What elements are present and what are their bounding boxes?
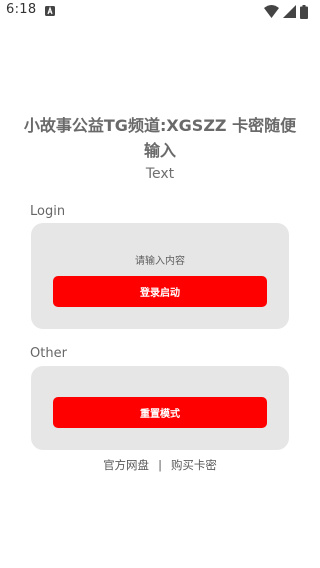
reset-mode-button[interactable]: 重置模式: [53, 397, 267, 428]
a-square-icon: [45, 6, 55, 16]
footer-links: 官方网盘 | 购买卡密: [0, 457, 320, 473]
battery-icon: [300, 5, 308, 19]
footer-separator: |: [158, 458, 162, 472]
signal-icon: [283, 5, 296, 18]
other-card: 重置模式: [31, 366, 289, 450]
card-key-input[interactable]: [31, 253, 289, 269]
login-start-button[interactable]: 登录启动: [53, 276, 267, 307]
other-section-label: Other: [30, 346, 67, 361]
login-card: 登录启动: [31, 223, 289, 329]
status-icons: [264, 5, 314, 19]
official-drive-link[interactable]: 官方网盘: [103, 457, 149, 473]
status-bar: 6:18: [0, 0, 320, 24]
page-subtitle: Text: [145, 166, 175, 182]
buy-card-key-link[interactable]: 购买卡密: [171, 457, 217, 473]
page-title: 小故事公益TG频道:XGSZZ 卡密随便输入: [23, 116, 297, 160]
status-time: 6:18: [6, 2, 37, 17]
login-section-label: Login: [30, 204, 66, 219]
wifi-icon: [264, 5, 279, 18]
